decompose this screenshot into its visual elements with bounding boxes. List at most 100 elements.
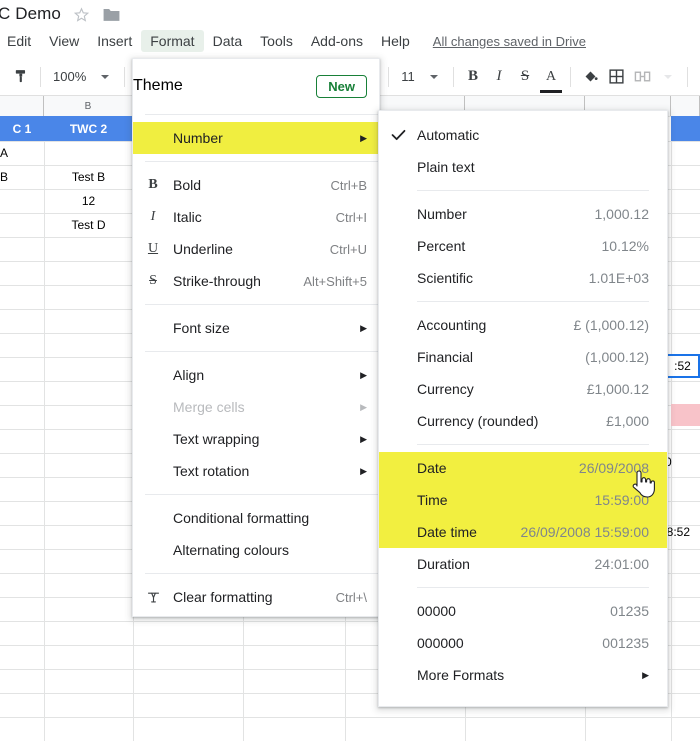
document-title[interactable]: C Demo xyxy=(0,4,61,24)
menu-format[interactable]: Format xyxy=(141,30,203,52)
number-format-item-scientific[interactable]: Scientific1.01E+03 xyxy=(379,262,667,294)
grid-cell[interactable] xyxy=(671,404,700,426)
menu-data[interactable]: Data xyxy=(204,30,252,52)
format-menu-item-text-wrapping[interactable]: Text wrapping▶ xyxy=(133,423,379,455)
menu-divider xyxy=(145,573,379,574)
number-format-label: Time xyxy=(417,492,577,508)
number-format-item-plain-text[interactable]: Plain text xyxy=(379,151,667,183)
column-header[interactable] xyxy=(671,96,700,116)
grid-cell[interactable] xyxy=(671,116,700,141)
grid-cell[interactable]: 12 xyxy=(44,189,133,213)
format-menu-item-number[interactable]: Number ▶ xyxy=(133,122,379,154)
number-format-sample: 24:01:00 xyxy=(595,556,650,572)
submenu-arrow-icon: ▶ xyxy=(360,371,367,380)
submenu-arrow-icon: ▶ xyxy=(642,671,649,680)
format-menu-item-bold[interactable]: BBoldCtrl+B xyxy=(133,169,379,201)
number-format-label: Accounting xyxy=(417,317,556,333)
format-menu-item-conditional-formatting[interactable]: Conditional formatting xyxy=(133,502,379,534)
format-menu-item-label: Strike-through xyxy=(173,273,287,289)
grid-cell[interactable]: TWC 2 xyxy=(44,116,133,141)
merge-chevron-down-icon[interactable] xyxy=(655,64,681,90)
grid-cell[interactable]: A xyxy=(0,141,44,165)
strikethrough-button[interactable]: S xyxy=(512,64,538,90)
submenu-arrow-icon: ▶ xyxy=(360,403,367,412)
format-menu-items[interactable]: Number ▶ BBoldCtrl+BIItalicCtrl+IUUnderlin… xyxy=(133,122,379,613)
submenu-arrow-icon: ▶ xyxy=(360,467,367,476)
format-menu-item-underline[interactable]: UUnderlineCtrl+U xyxy=(133,233,379,265)
number-submenu[interactable]: AutomaticPlain text Number1,000.12Percent… xyxy=(378,110,668,707)
grid-cell[interactable] xyxy=(671,543,700,565)
number-format-item-time[interactable]: Time15:59:00 xyxy=(379,484,667,516)
number-format-item-currency[interactable]: Currency£1,000.12 xyxy=(379,373,667,405)
format-menu-item-label: Conditional formatting xyxy=(173,510,367,526)
menu-insert[interactable]: Insert xyxy=(88,30,141,52)
number-format-label: Currency xyxy=(417,381,569,397)
menu-addons[interactable]: Add-ons xyxy=(302,30,372,52)
menu-edit[interactable]: Edit xyxy=(0,30,40,52)
number-format-label: Date time xyxy=(417,524,503,540)
star-icon[interactable] xyxy=(73,6,90,23)
grid-cell[interactable]: C 1 xyxy=(0,116,44,141)
zoom-dropdown-chevron-down-icon[interactable] xyxy=(92,64,118,90)
format-menu-item-align[interactable]: Align ▶ xyxy=(133,359,379,391)
number-submenu-items[interactable]: AutomaticPlain text Number1,000.12Percent… xyxy=(379,119,667,691)
column-header[interactable] xyxy=(0,96,44,116)
format-dropdown-menu[interactable]: Theme New Number ▶ BBoldCtrl+BIItalicCtrl+… xyxy=(132,58,380,617)
number-format-item-accounting[interactable]: Accounting£ (1,000.12) xyxy=(379,309,667,341)
zoom-level[interactable]: 100% xyxy=(47,69,92,84)
format-icon-b: B xyxy=(133,177,173,193)
format-menu-item-font-size[interactable]: Font size▶ xyxy=(133,312,379,344)
menu-tools[interactable]: Tools xyxy=(251,30,302,52)
grid-cell[interactable]: Test D xyxy=(44,213,133,237)
text-color-button[interactable]: A xyxy=(538,64,564,90)
format-menu-item-clear-formatting[interactable]: Clear formattingCtrl+\ xyxy=(133,581,379,613)
number-format-item-percent[interactable]: Percent10.12% xyxy=(379,230,667,262)
number-format-item-00000[interactable]: 0000001235 xyxy=(379,595,667,627)
number-format-item-duration[interactable]: Duration24:01:00 xyxy=(379,548,667,580)
text-color-label: A xyxy=(546,71,556,83)
italic-button[interactable]: I xyxy=(486,64,512,90)
merge-cells-icon[interactable] xyxy=(629,64,655,90)
grid-cell[interactable]: :52 xyxy=(665,354,700,378)
format-menu-item-merge-cells[interactable]: Merge cells ▶ xyxy=(133,391,379,423)
keyboard-shortcut: Ctrl+U xyxy=(330,242,367,257)
font-size-input[interactable]: 11 xyxy=(395,69,421,84)
number-format-item-number[interactable]: Number1,000.12 xyxy=(379,198,667,230)
submenu-arrow-icon: ▶ xyxy=(360,134,367,143)
number-format-item-date[interactable]: Date26/09/2008 xyxy=(379,452,667,484)
fill-color-icon[interactable] xyxy=(577,64,603,90)
format-menu-item-label: Align xyxy=(173,367,346,383)
bold-button[interactable]: B xyxy=(460,64,486,90)
format-menu-item-label: Alternating colours xyxy=(173,542,367,558)
paint-format-icon[interactable] xyxy=(8,64,34,90)
font-size-chevron-down-icon[interactable] xyxy=(421,64,447,90)
format-menu-item-label: Number xyxy=(173,130,346,146)
format-menu-item-text-rotation[interactable]: Text rotation▶ xyxy=(133,455,379,487)
menu-view[interactable]: View xyxy=(40,30,88,52)
format-icon-i: I xyxy=(133,209,173,225)
format-menu-item-italic[interactable]: IItalicCtrl+I xyxy=(133,201,379,233)
format-menu-item-label: Merge cells xyxy=(173,399,346,415)
borders-icon[interactable] xyxy=(603,64,629,90)
folder-icon[interactable] xyxy=(102,6,121,23)
number-format-item-currency-rounded-[interactable]: Currency (rounded)£1,000 xyxy=(379,405,667,437)
number-format-item-automatic[interactable]: Automatic xyxy=(379,119,667,151)
format-menu-item-alternating-colours[interactable]: Alternating colours xyxy=(133,534,379,566)
column-header[interactable]: B xyxy=(44,96,133,116)
save-status-link[interactable]: All changes saved in Drive xyxy=(433,34,586,49)
number-format-sample: 1.01E+03 xyxy=(589,270,649,286)
grid-cell[interactable]: Test B xyxy=(44,165,133,189)
format-icon-s: S xyxy=(133,273,173,289)
menu-item-theme[interactable]: Theme New xyxy=(133,65,379,107)
menu-help[interactable]: Help xyxy=(372,30,419,52)
menu-divider xyxy=(417,190,649,191)
number-format-item-000000[interactable]: 000000001235 xyxy=(379,627,667,659)
number-format-item-financial[interactable]: Financial(1,000.12) xyxy=(379,341,667,373)
menu-divider xyxy=(145,161,379,162)
grid-cell[interactable]: B xyxy=(0,165,44,189)
number-format-item-date-time[interactable]: Date time26/09/2008 15:59:00 xyxy=(379,516,667,548)
grid-cell[interactable]: 0 xyxy=(665,451,700,473)
format-menu-item-strike-through[interactable]: SStrike-throughAlt+Shift+5 xyxy=(133,265,379,297)
number-format-sample: 1,000.12 xyxy=(595,206,650,222)
number-format-item-more-formats[interactable]: More Formats▶ xyxy=(379,659,667,691)
